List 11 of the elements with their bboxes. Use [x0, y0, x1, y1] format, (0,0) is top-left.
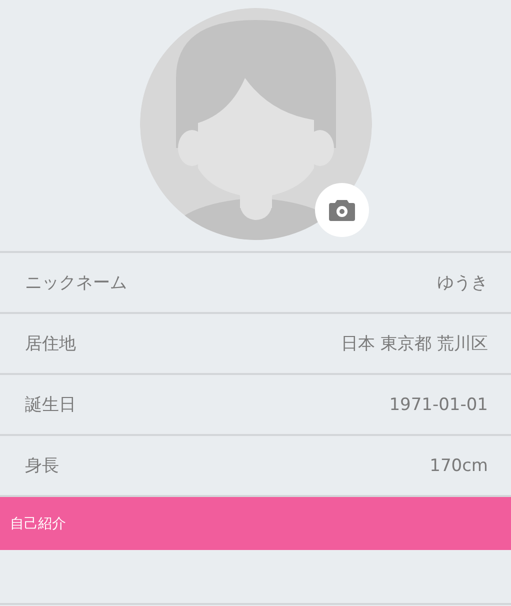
field-value: ゆうき	[437, 272, 488, 294]
field-label: 居住地	[25, 333, 76, 355]
field-value: 日本 東京都 荒川区	[341, 333, 488, 355]
field-label: ニックネーム	[25, 272, 127, 294]
field-label: 誕生日	[25, 394, 76, 416]
field-label: 身長	[25, 455, 59, 477]
camera-icon	[328, 200, 354, 220]
field-value: 170cm	[430, 456, 488, 476]
section-title: 自己紹介	[10, 514, 66, 532]
field-value: 1971-01-01	[389, 394, 488, 414]
camera-button[interactable]	[314, 183, 368, 237]
